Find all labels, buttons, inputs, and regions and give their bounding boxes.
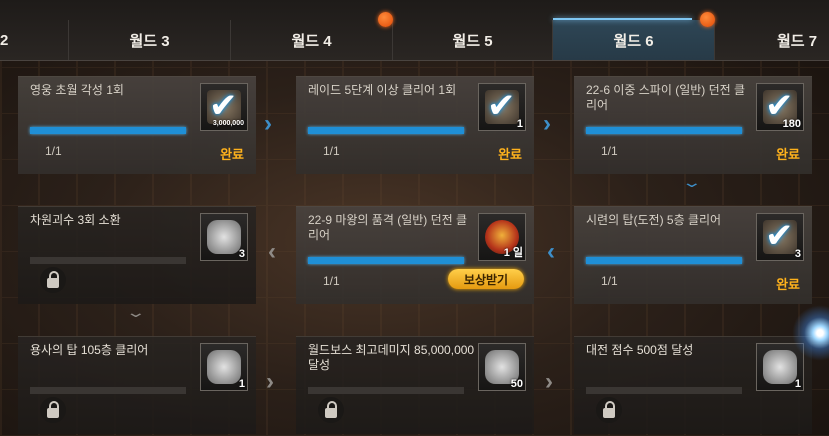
reward-quantity: 3,000,000 [212, 120, 244, 127]
reward-icon[interactable]: ✔ 3,000,000 [200, 83, 248, 131]
mission-card[interactable]: 월드보스 최고데미지 85,000,000 달성 50 [296, 336, 534, 434]
mission-title: 영웅 초월 각성 1회 [30, 83, 124, 97]
chevron-right-icon: › [543, 110, 551, 137]
gem-icon [207, 220, 241, 254]
reward-quantity: 1 일 [503, 247, 523, 259]
progress-text: 1/1 [323, 144, 340, 158]
claim-reward-button[interactable]: 보상받기 [448, 269, 524, 289]
progress-fill [30, 127, 186, 134]
progress-text: 1/1 [45, 144, 62, 158]
lock-icon [596, 397, 622, 423]
complete-label: 완료 [220, 147, 244, 162]
tab-label: 월드 4 [291, 32, 332, 50]
complete-label: 완료 [498, 147, 522, 162]
mission-card[interactable]: 22-6 이중 스파이 (일반) 던전 클리어 1/1 완료 ✔ 180 [574, 76, 812, 174]
mission-card[interactable]: 대전 점수 500점 달성 1 [574, 336, 812, 434]
gift-icon [763, 350, 797, 384]
chevron-right-icon: › [545, 368, 553, 395]
reward-quantity: 1 [238, 378, 245, 390]
mission-card[interactable]: 용사의 탑 105층 클리어 1 [18, 336, 256, 434]
progress-text: 1/1 [601, 274, 618, 288]
progress-bar [30, 387, 186, 394]
notification-dot [700, 12, 715, 27]
reward-quantity: 3 [794, 248, 801, 260]
mission-title: 대전 점수 500점 달성 [586, 343, 694, 357]
chevron-left-icon: ‹ [268, 238, 276, 265]
notification-dot [378, 12, 393, 27]
progress-fill [308, 127, 464, 134]
progress-fill [586, 127, 742, 134]
reward-quantity: 1 [794, 378, 801, 390]
chevron-right-icon: › [266, 368, 274, 395]
progress-bar [308, 127, 464, 134]
progress-bar [30, 257, 186, 264]
tab-world-4[interactable]: 월드 4 [230, 20, 392, 60]
reward-quantity: 50 [510, 378, 523, 390]
progress-bar [586, 387, 742, 394]
reward-icon[interactable]: 1 [756, 343, 804, 391]
progress-text: 1/1 [601, 144, 618, 158]
tab-label: 월드 6 [613, 32, 654, 50]
tab-label: 월드 7 [776, 32, 818, 50]
world-tab-bar: 2 월드 3 월드 4 월드 5 월드 6 월드 7 [0, 0, 829, 61]
mission-card[interactable]: 영웅 초월 각성 1회 1/1 완료 ✔ 3,000,000 [18, 76, 256, 174]
progress-fill [308, 257, 464, 264]
reward-icon[interactable]: 3 [200, 213, 248, 261]
tab-label: 월드 5 [452, 32, 493, 50]
progress-bar [308, 387, 464, 394]
tab-world-3[interactable]: 월드 3 [68, 20, 230, 60]
chevron-left-icon: ‹ [547, 238, 555, 265]
reward-icon[interactable]: ✔ 180 [756, 83, 804, 131]
mission-title: 시련의 탑(도전) 5층 클리어 [586, 213, 722, 227]
mission-card[interactable]: 레이드 5단계 이상 클리어 1회 1/1 완료 ✔ 1 [296, 76, 534, 174]
tab-label: 2 [0, 31, 9, 49]
complete-label: 완료 [776, 277, 800, 292]
active-tab-indicator [553, 18, 692, 20]
progress-bar [308, 257, 464, 264]
reward-quantity: 3 [238, 248, 245, 260]
tab-world-5[interactable]: 월드 5 [392, 20, 552, 60]
progress-bar [30, 127, 186, 134]
tab-world-2[interactable]: 2 [0, 20, 68, 60]
progress-bar [586, 257, 742, 264]
reward-icon[interactable]: 1 [200, 343, 248, 391]
chevron-down-icon: ⌄ [681, 174, 703, 190]
mission-card[interactable]: 22-9 마왕의 품격 (일반) 던전 클리어 1/1 보상받기 1 일 [296, 206, 534, 304]
progress-bar [586, 127, 742, 134]
progress-text: 1/1 [323, 274, 340, 288]
tab-label: 월드 3 [129, 32, 170, 50]
reward-icon[interactable]: 50 [478, 343, 526, 391]
mission-title: 차원괴수 3회 소환 [30, 213, 121, 227]
tab-world-6[interactable]: 월드 6 [552, 18, 714, 60]
mission-title: 월드보스 최고데미지 85,000,000 달성 [308, 343, 475, 372]
check-icon: ✔ [487, 87, 516, 125]
lock-icon [40, 267, 66, 293]
check-icon: ✔ [765, 217, 794, 255]
progress-fill [586, 257, 742, 264]
tab-world-7[interactable]: 월드 7 [714, 20, 829, 60]
complete-label: 완료 [776, 147, 800, 162]
reward-quantity: 180 [782, 118, 801, 130]
star-icon [207, 350, 241, 384]
mission-title: 레이드 5단계 이상 클리어 1회 [308, 83, 457, 97]
reward-icon[interactable]: 1 일 [478, 213, 526, 261]
reward-icon[interactable]: ✔ 1 [478, 83, 526, 131]
chevron-right-icon: › [264, 110, 272, 137]
mission-title: 22-6 이중 스파이 (일반) 던전 클리어 [586, 83, 746, 112]
lock-icon [318, 397, 344, 423]
chevron-down-icon: ⌄ [125, 304, 147, 320]
reward-icon[interactable]: ✔ 3 [756, 213, 804, 261]
mission-card[interactable]: 시련의 탑(도전) 5층 클리어 1/1 완료 ✔ 3 [574, 206, 812, 304]
reward-quantity: 1 [516, 118, 523, 130]
mission-title: 22-9 마왕의 품격 (일반) 던전 클리어 [308, 213, 468, 242]
lock-icon [40, 397, 66, 423]
mission-card[interactable]: 차원괴수 3회 소환 3 [18, 206, 256, 304]
mission-title: 용사의 탑 105층 클리어 [30, 343, 149, 357]
